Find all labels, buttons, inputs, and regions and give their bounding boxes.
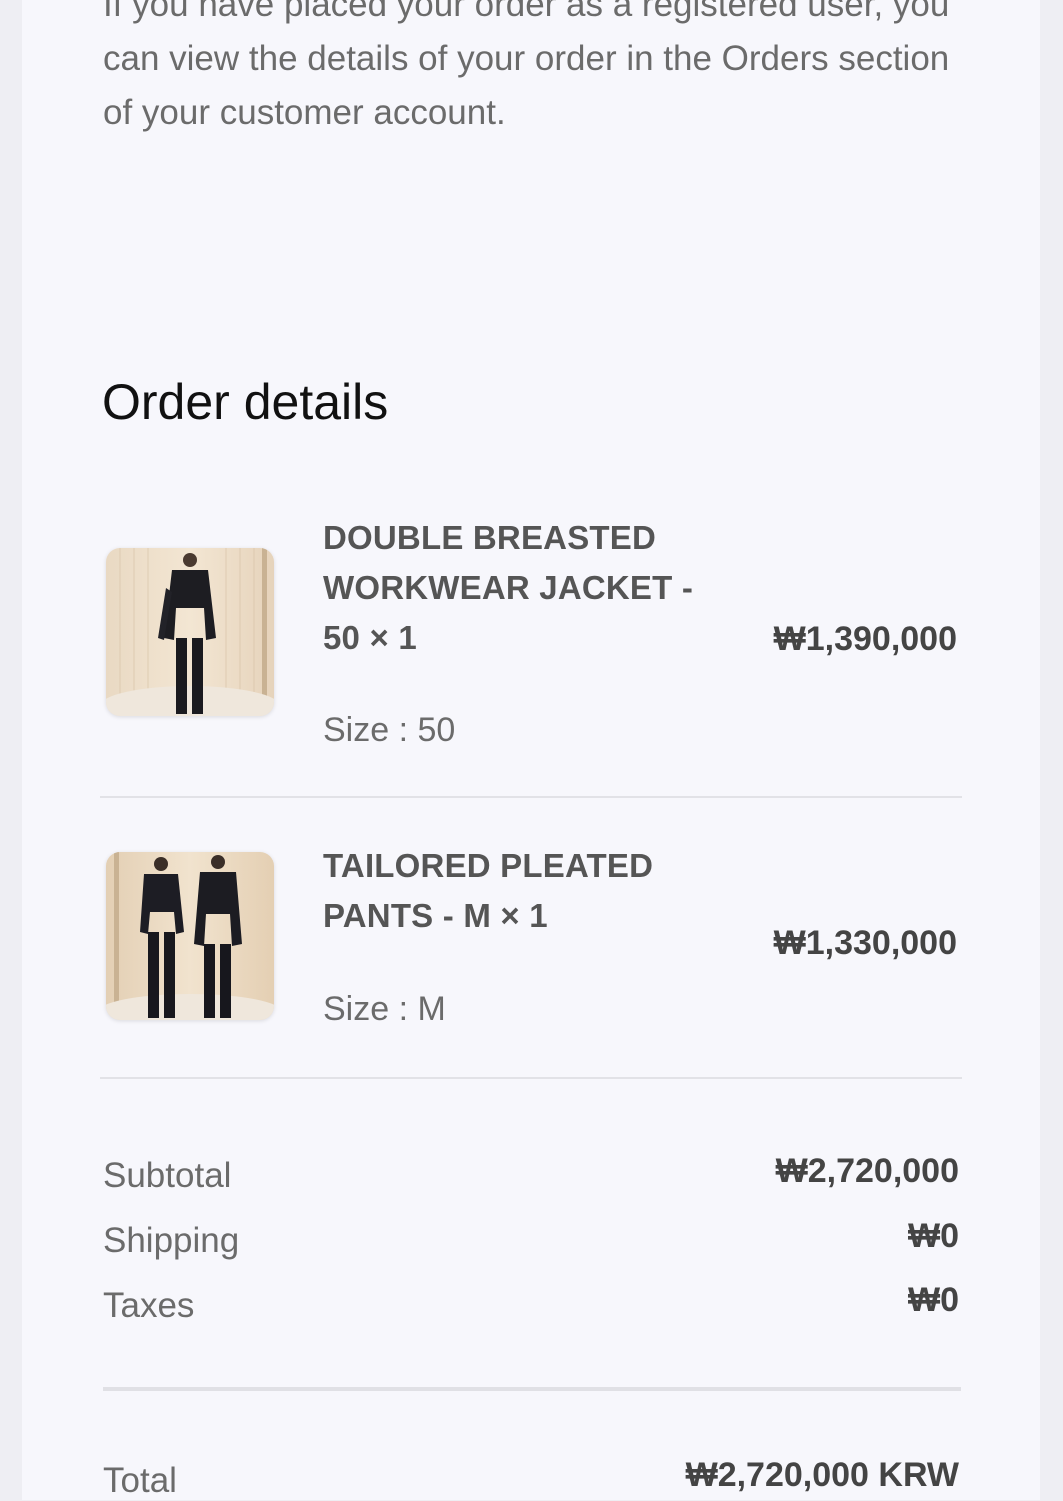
item-size-pants: Size : M: [323, 990, 446, 1028]
intro-text: If you have placed your order as a regis…: [103, 0, 950, 132]
subtotal-value: ₩2,720,000: [775, 1152, 959, 1190]
item-name-jacket: DOUBLE BREASTED WORKWEAR JACKET - 50 × 1: [323, 519, 694, 656]
item-name-pants: TAILORED PLEATED PANTS - M × 1: [323, 847, 654, 934]
shipping-value: ₩0: [908, 1217, 959, 1255]
product-image-pants[interactable]: [106, 852, 274, 1020]
subtotal-label: Subtotal: [103, 1156, 232, 1195]
total-value: ₩2,720,000 KRW: [685, 1456, 959, 1494]
item-price-pants: ₩1,330,000: [773, 924, 957, 962]
order-email-card: [22, 0, 1040, 1500]
product-image-jacket[interactable]: [106, 548, 274, 716]
taxes-label: Taxes: [103, 1286, 195, 1325]
item-size-jacket: Size : 50: [323, 711, 456, 749]
order-details-title: Order details: [102, 374, 389, 430]
item-divider: [100, 1077, 962, 1079]
taxes-value: ₩0: [908, 1281, 959, 1319]
item-price-jacket: ₩1,390,000: [773, 620, 957, 658]
total-label: Total: [103, 1461, 177, 1500]
summary-divider: [103, 1387, 961, 1391]
shipping-label: Shipping: [103, 1221, 240, 1260]
item-divider: [100, 796, 962, 798]
